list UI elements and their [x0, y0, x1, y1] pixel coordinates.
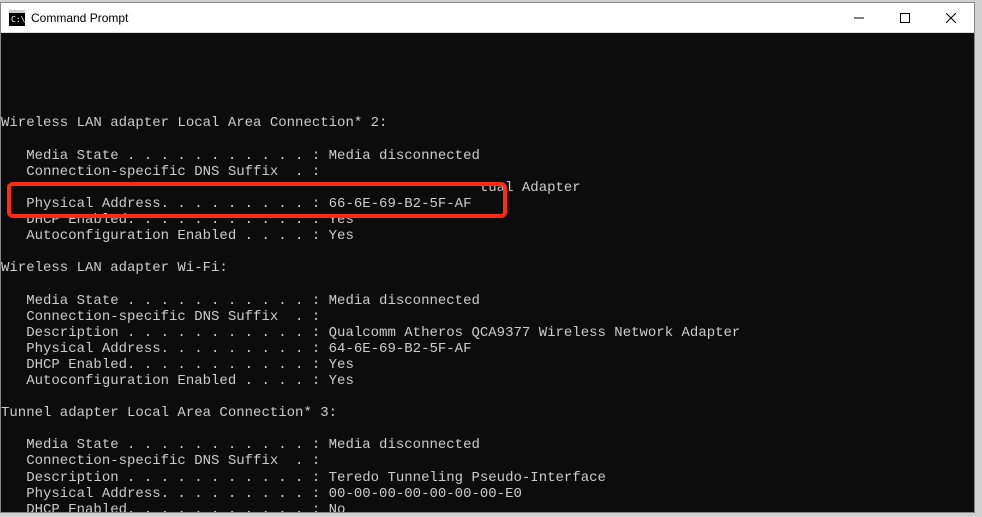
- output-line: Connection-specific DNS Suffix . :: [1, 453, 974, 469]
- command-prompt-window: C:\ Command Prompt Wireless LAN adapter …: [0, 2, 975, 513]
- window-controls: [836, 3, 974, 32]
- blank-line: [1, 421, 974, 437]
- blank-line: [1, 389, 974, 405]
- output-line: DHCP Enabled. . . . . . . . . . . : Yes: [1, 357, 974, 373]
- output-line: Description . . . . . . . . . . . : Qual…: [1, 325, 974, 341]
- command-prompt-icon: C:\: [9, 10, 25, 26]
- output-line: Physical Address. . . . . . . . . : 66-6…: [1, 196, 974, 212]
- blank-line: [1, 244, 974, 260]
- titlebar[interactable]: C:\ Command Prompt: [1, 3, 974, 33]
- output-line: DHCP Enabled. . . . . . . . . . . : Yes: [1, 212, 974, 228]
- terminal-viewport[interactable]: Wireless LAN adapter Local Area Connecti…: [1, 33, 974, 512]
- output-line: Description . . . . . . . . . . . : Tere…: [1, 470, 974, 486]
- blank-line: [1, 132, 974, 148]
- adapter-header: Tunnel adapter Local Area Connection* 3:: [1, 405, 974, 421]
- output-line: Media State . . . . . . . . . . . : Medi…: [1, 148, 974, 164]
- svg-text:C:\: C:\: [11, 15, 25, 24]
- output-line: Physical Address. . . . . . . . . : 64-6…: [1, 341, 974, 357]
- output-line: Autoconfiguration Enabled . . . . : Yes: [1, 228, 974, 244]
- terminal-content: Wireless LAN adapter Local Area Connecti…: [1, 67, 974, 512]
- output-line: Physical Address. . . . . . . . . : 00-0…: [1, 486, 974, 502]
- window-title: Command Prompt: [31, 11, 128, 25]
- adapter-header: Wireless LAN adapter Wi-Fi:: [1, 260, 974, 276]
- output-line: tual Adapter: [1, 180, 974, 196]
- output-line: Media State . . . . . . . . . . . : Medi…: [1, 293, 974, 309]
- output-line: Autoconfiguration Enabled . . . . : Yes: [1, 373, 974, 389]
- adapter-header: Wireless LAN adapter Local Area Connecti…: [1, 115, 974, 131]
- minimize-button[interactable]: [836, 3, 882, 32]
- output-line: Media State . . . . . . . . . . . : Medi…: [1, 437, 974, 453]
- output-line: Connection-specific DNS Suffix . :: [1, 164, 974, 180]
- output-line: DHCP Enabled. . . . . . . . . . . : No: [1, 502, 974, 512]
- close-button[interactable]: [928, 3, 974, 32]
- maximize-button[interactable]: [882, 3, 928, 32]
- output-line: Connection-specific DNS Suffix . :: [1, 309, 974, 325]
- blank-line: [1, 276, 974, 292]
